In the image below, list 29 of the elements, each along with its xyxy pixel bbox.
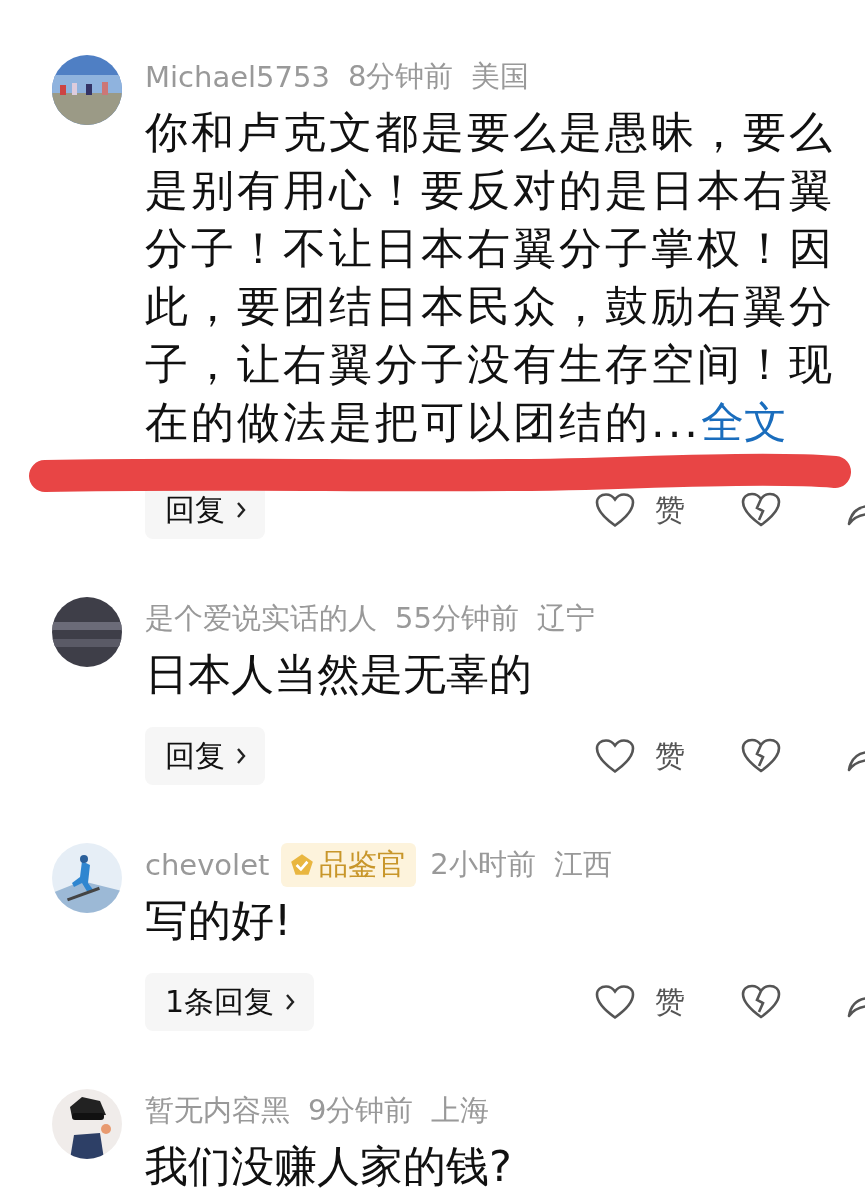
comment-location: 辽宁 bbox=[536, 600, 595, 637]
comment-location: 江西 bbox=[553, 846, 612, 883]
comment-time: 8分钟前 bbox=[347, 58, 454, 95]
heart-icon bbox=[595, 492, 635, 528]
comment-text: 日本人当然是无辜的 bbox=[145, 648, 533, 701]
expand-link[interactable]: 全文 bbox=[701, 397, 787, 447]
comment-time: 9分钟前 bbox=[308, 1092, 414, 1129]
reply-button[interactable]: 回复 bbox=[145, 727, 265, 785]
comment-time: 55分钟前 bbox=[395, 600, 519, 637]
check-pentagon-icon bbox=[289, 852, 316, 878]
reply-button[interactable]: 1条回复 bbox=[145, 973, 315, 1031]
broken-heart-icon[interactable] bbox=[741, 492, 781, 528]
broken-heart-icon[interactable] bbox=[741, 984, 781, 1020]
broken-heart-icon[interactable] bbox=[741, 738, 781, 774]
comment-location: 美国 bbox=[471, 58, 530, 95]
comment-text: 写的好! bbox=[145, 894, 293, 947]
like-button[interactable]: 赞 bbox=[595, 489, 685, 531]
comment-text: 你和卢克文都是要么是愚昧，要么是别有用心！要反对的是日本右翼分子！不让日本右翼分子掌权！因此，要团结日本民众，鼓励右翼分子，让右翼分子没有生存空间！现在的做法是把可以团结的...全文 bbox=[145, 106, 836, 449]
comment-text: 我们没赚人家的钱? bbox=[145, 1140, 513, 1193]
like-button[interactable]: 赞 bbox=[595, 981, 685, 1023]
chevron-right-icon bbox=[235, 500, 247, 520]
chevron-right-icon bbox=[235, 746, 247, 766]
heart-icon bbox=[595, 984, 635, 1020]
like-button[interactable]: 赞 bbox=[595, 735, 685, 777]
chevron-right-icon bbox=[284, 992, 297, 1012]
comment-time: 2小时前 bbox=[430, 846, 536, 883]
badge-label: 品鉴官 bbox=[319, 846, 407, 883]
comment-location: 上海 bbox=[431, 1092, 490, 1129]
heart-icon bbox=[595, 738, 635, 774]
